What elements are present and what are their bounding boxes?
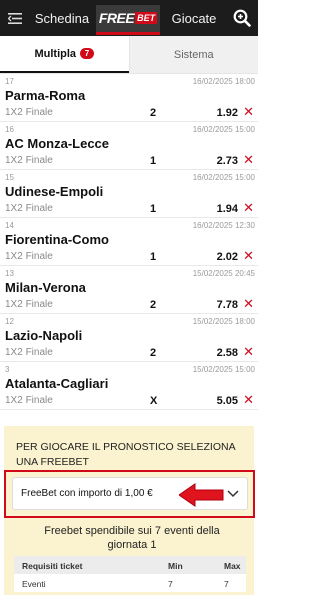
- event-market: 1X2 Finale: [5, 299, 53, 310]
- freebet-logo: FREE BET: [96, 4, 160, 35]
- event-market: 1X2 Finale: [5, 395, 53, 406]
- event-number: 13: [5, 269, 14, 278]
- event-odd: 2.58: [216, 347, 238, 359]
- event-odd: 7.78: [216, 299, 238, 311]
- event-number: 3: [5, 365, 10, 374]
- event-market: 1X2 Finale: [5, 347, 53, 358]
- event-odd: 2.73: [216, 155, 238, 167]
- header-max: Max: [224, 561, 241, 571]
- remove-icon[interactable]: ✕: [243, 249, 254, 262]
- event-date: 16/02/2025 15:00: [192, 125, 255, 134]
- event-date: 15/02/2025 20:45: [192, 269, 255, 278]
- freebet-panel: PER GIOCARE IL PRONOSTICO SELEZIONA UNA …: [4, 426, 255, 595]
- requirements-header: Requisiti ticket Min Max: [14, 556, 246, 574]
- events-list: 17 16/02/2025 18:00 Parma-Roma 1X2 Final…: [0, 74, 258, 410]
- event-teams: Atalanta-Cagliari: [5, 376, 109, 391]
- event-date: 15/02/2025 18:00: [192, 317, 255, 326]
- event-teams: AC Monza-Lecce: [5, 136, 110, 151]
- event-number: 12: [5, 317, 14, 326]
- event-date: 16/02/2025 18:00: [192, 77, 255, 86]
- event-row: 16 16/02/2025 15:00 AC Monza-Lecce 1X2 F…: [0, 122, 258, 170]
- event-odd: 1.94: [216, 203, 238, 215]
- row-max: 7: [224, 579, 229, 589]
- event-date: 16/02/2025 15:00: [192, 173, 255, 182]
- red-arrow-icon: [178, 483, 225, 512]
- event-number: 16: [5, 125, 14, 134]
- event-row: 13 15/02/2025 20:45 Milan-Verona 1X2 Fin…: [0, 266, 258, 314]
- remove-icon[interactable]: ✕: [243, 105, 254, 118]
- event-odd: 5.05: [216, 395, 238, 407]
- freebet-select[interactable]: FreeBet con importo di 1,00 €: [12, 477, 248, 510]
- event-date: 16/02/2025 12:30: [192, 221, 255, 230]
- search-zoom-icon[interactable]: [226, 0, 258, 36]
- remove-icon[interactable]: ✕: [243, 153, 254, 166]
- event-number: 14: [5, 221, 14, 230]
- event-row: 12 15/02/2025 18:00 Lazio-Napoli 1X2 Fin…: [0, 314, 258, 362]
- remove-icon[interactable]: ✕: [243, 201, 254, 214]
- highlight-box: FreeBet con importo di 1,00 €: [4, 470, 255, 518]
- remove-icon[interactable]: ✕: [243, 393, 254, 406]
- event-market: 1X2 Finale: [5, 107, 53, 118]
- event-teams: Lazio-Napoli: [5, 328, 83, 343]
- tab-freebet[interactable]: FREE BET: [94, 0, 162, 36]
- chevron-down-icon: [227, 487, 239, 506]
- tab-multipla-label: Multipla: [34, 47, 77, 60]
- event-teams: Udinese-Empoli: [5, 184, 104, 199]
- requirements-row: Eventi 7 7: [14, 574, 246, 592]
- top-bar: Schedina FREE BET Giocate: [0, 0, 258, 36]
- remove-icon[interactable]: ✕: [243, 297, 254, 310]
- header-min: Min: [168, 561, 183, 571]
- event-number: 17: [5, 77, 14, 86]
- event-market: 1X2 Finale: [5, 155, 53, 166]
- event-sign: X: [150, 395, 158, 407]
- event-sign: 1: [150, 203, 157, 215]
- header-requisiti: Requisiti ticket: [22, 561, 83, 571]
- tab-giocate[interactable]: Giocate: [162, 0, 226, 36]
- freebet-spend-info: Freebet spendibile sui 7 eventi della gi…: [44, 525, 220, 551]
- freebet-select-value: FreeBet con importo di 1,00 €: [21, 488, 153, 499]
- event-sign: 2: [150, 347, 157, 359]
- tab-multipla[interactable]: Multipla 7: [0, 36, 129, 73]
- event-row: 14 16/02/2025 12:30 Fiorentina-Como 1X2 …: [0, 218, 258, 266]
- event-teams: Milan-Verona: [5, 280, 86, 295]
- event-number: 15: [5, 173, 14, 182]
- count-badge: 7: [80, 48, 95, 59]
- event-odd: 2.02: [216, 251, 238, 263]
- event-row: 17 16/02/2025 18:00 Parma-Roma 1X2 Final…: [0, 74, 258, 122]
- event-sign: 2: [150, 299, 157, 311]
- freebet-bet-text: BET: [135, 12, 158, 24]
- menu-icon[interactable]: [0, 0, 30, 36]
- event-odd: 1.92: [216, 107, 238, 119]
- bet-type-tabs: Multipla 7 Sistema: [0, 36, 258, 74]
- freebet-instruction: PER GIOCARE IL PRONOSTICO SELEZIONA UNA …: [16, 441, 235, 468]
- event-market: 1X2 Finale: [5, 203, 53, 214]
- remove-icon[interactable]: ✕: [243, 345, 254, 358]
- event-sign: 1: [150, 251, 157, 263]
- row-min: 7: [168, 579, 173, 589]
- event-row: 3 15/02/2025 15:00 Atalanta-Cagliari 1X2…: [0, 362, 258, 410]
- tab-sistema[interactable]: Sistema: [128, 36, 258, 73]
- freebet-free-text: FREE: [98, 10, 135, 26]
- event-sign: 2: [150, 107, 157, 119]
- event-sign: 1: [150, 155, 157, 167]
- event-market: 1X2 Finale: [5, 251, 53, 262]
- event-teams: Parma-Roma: [5, 88, 86, 103]
- event-row: 15 16/02/2025 15:00 Udinese-Empoli 1X2 F…: [0, 170, 258, 218]
- tab-schedina[interactable]: Schedina: [30, 0, 94, 36]
- event-teams: Fiorentina-Como: [5, 232, 109, 247]
- row-label: Eventi: [22, 579, 46, 589]
- event-date: 15/02/2025 15:00: [192, 365, 255, 374]
